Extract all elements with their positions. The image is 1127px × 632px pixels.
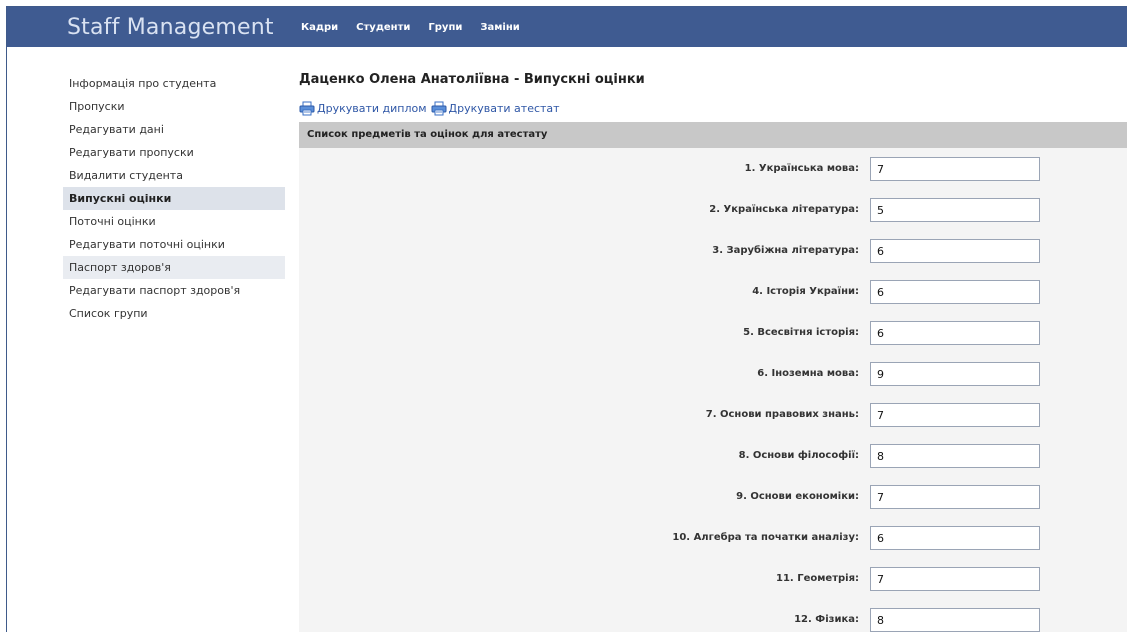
grade-row: 7. Основи правових знань: xyxy=(299,403,1127,429)
grade-row: 10. Алгебра та початки аналізу: xyxy=(299,526,1127,552)
grade-label: 6. Іноземна мова: xyxy=(757,368,859,379)
grade-row: 11. Геометрія: xyxy=(299,567,1127,593)
app-frame: Staff Management Кадри Студенти Групи За… xyxy=(6,6,1127,632)
main-nav: Кадри Студенти Групи Заміни xyxy=(301,22,538,33)
sidebar-item-edit-data[interactable]: Редагувати дані xyxy=(63,118,285,141)
sidebar-item-final-grades[interactable]: Випускні оцінки xyxy=(63,187,285,210)
grade-label: 11. Геометрія: xyxy=(776,573,859,584)
grade-label: 3. Зарубіжна література: xyxy=(712,245,859,256)
printer-icon xyxy=(299,101,315,115)
grade-label: 5. Всесвітня історія: xyxy=(743,327,859,338)
grade-input[interactable] xyxy=(870,403,1040,427)
nav-item-students[interactable]: Студенти xyxy=(356,22,410,33)
grade-input[interactable] xyxy=(870,362,1040,386)
grade-label: 4. Історія України: xyxy=(752,286,859,297)
grade-label: 9. Основи економіки: xyxy=(736,491,859,502)
sidebar-item-student-info[interactable]: Інформація про студента xyxy=(63,72,285,95)
main-content: Даценко Олена Анатоліївна - Випускні оці… xyxy=(299,67,1127,632)
nav-item-substitutions[interactable]: Заміни xyxy=(480,22,519,33)
sidebar-item-edit-current-grades[interactable]: Редагувати поточні оцінки xyxy=(63,233,285,256)
grade-input[interactable] xyxy=(870,157,1040,181)
grade-label: 10. Алгебра та початки аналізу: xyxy=(672,532,859,543)
sidebar-item-edit-absences[interactable]: Редагувати пропуски xyxy=(63,141,285,164)
sidebar-item-health-passport[interactable]: Паспорт здоров'я xyxy=(63,256,285,279)
grade-label: 7. Основи правових знань: xyxy=(705,409,859,420)
print-certificate-label: Друкувати атестат xyxy=(448,101,560,115)
grade-label: 12. Фізика: xyxy=(794,614,859,625)
grade-row: 4. Історія України: xyxy=(299,280,1127,306)
sidebar-item-delete-student[interactable]: Видалити студента xyxy=(63,164,285,187)
grade-input[interactable] xyxy=(870,198,1040,222)
grade-input[interactable] xyxy=(870,526,1040,550)
sidebar-item-edit-health-passport[interactable]: Редагувати паспорт здоров'я xyxy=(63,279,285,302)
print-certificate-link[interactable]: Друкувати атестат xyxy=(431,101,560,116)
grade-row: 9. Основи економіки: xyxy=(299,485,1127,511)
grade-label: 2. Українська література: xyxy=(709,204,859,215)
printer-icon xyxy=(431,101,447,115)
grade-label: 1. Українська мова: xyxy=(744,163,859,174)
grade-row: 8. Основи філософії: xyxy=(299,444,1127,470)
sidebar-item-current-grades[interactable]: Поточні оцінки xyxy=(63,210,285,233)
grade-row: 3. Зарубіжна література: xyxy=(299,239,1127,265)
grade-input[interactable] xyxy=(870,485,1040,509)
nav-item-staff[interactable]: Кадри xyxy=(301,22,338,33)
grades-form: 1. Українська мова: 2. Українська літера… xyxy=(299,148,1127,632)
grade-input[interactable] xyxy=(870,280,1040,304)
print-actions: Друкувати диплом Друкувати атестат xyxy=(299,99,1127,117)
print-diploma-link[interactable]: Друкувати диплом xyxy=(299,101,427,116)
grade-input[interactable] xyxy=(870,567,1040,591)
grade-input[interactable] xyxy=(870,444,1040,468)
app-title: Staff Management xyxy=(67,15,274,40)
grade-input[interactable] xyxy=(870,321,1040,345)
sidebar-item-absences[interactable]: Пропуски xyxy=(63,95,285,118)
grade-row: 12. Фізика: xyxy=(299,608,1127,632)
grade-row: 1. Українська мова: xyxy=(299,157,1127,183)
section-header: Список предметів та оцінок для атестату xyxy=(299,122,1127,148)
sidebar-item-group-list[interactable]: Список групи xyxy=(63,302,285,325)
grade-row: 5. Всесвітня історія: xyxy=(299,321,1127,347)
sidebar: Інформація про студента Пропуски Редагув… xyxy=(63,72,285,325)
grade-input[interactable] xyxy=(870,608,1040,632)
grade-input[interactable] xyxy=(870,239,1040,263)
grade-row: 2. Українська література: xyxy=(299,198,1127,224)
top-bar: Staff Management Кадри Студенти Групи За… xyxy=(7,7,1127,47)
print-diploma-label: Друкувати диплом xyxy=(317,101,427,115)
nav-item-groups[interactable]: Групи xyxy=(428,22,462,33)
grade-label: 8. Основи філософії: xyxy=(738,450,859,461)
grade-row: 6. Іноземна мова: xyxy=(299,362,1127,388)
page-title: Даценко Олена Анатоліївна - Випускні оці… xyxy=(299,72,645,87)
